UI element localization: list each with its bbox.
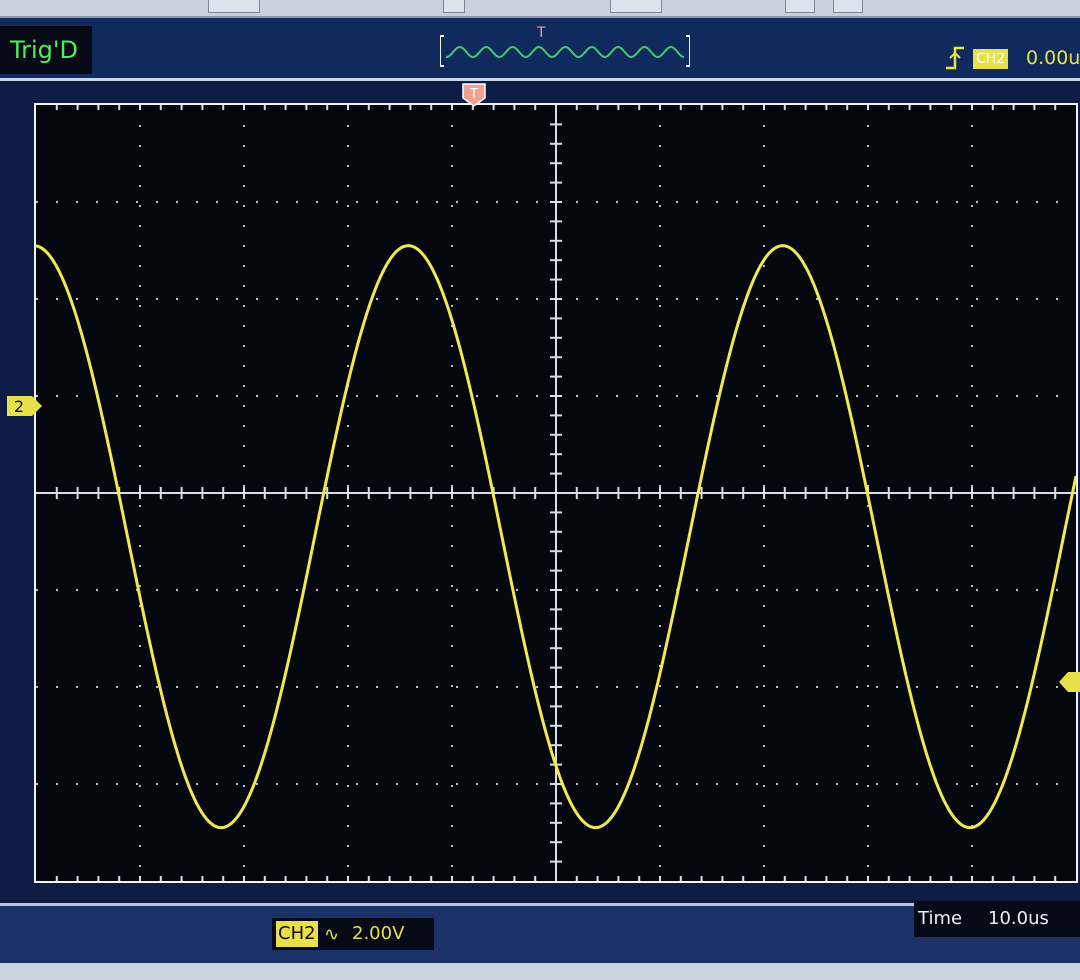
toolbar-button[interactable] [208, 0, 260, 13]
ch2-volts-per-div: 2.00V [352, 923, 405, 944]
overview-bracket-left [440, 35, 444, 67]
toolbar-button[interactable] [785, 0, 815, 13]
ch2-label: CH2 [276, 921, 318, 947]
overview-bracket-right [686, 35, 690, 67]
status-bar: Trig'D T CH2 0.00u [0, 18, 1080, 81]
waveform-display[interactable] [36, 105, 1076, 881]
timebase-label: Time [918, 908, 963, 929]
trigger-position-marker[interactable]: T [461, 82, 487, 108]
ch2-info-box[interactable]: CH2 ∿ 2.00V [272, 918, 434, 950]
timebase-value: 10.0us [988, 908, 1049, 929]
ch2-marker-label: 2 [14, 397, 24, 416]
overview-wave [445, 45, 685, 59]
rising-edge-icon [946, 46, 964, 70]
toolbar-button[interactable] [610, 0, 662, 13]
toolbar-button[interactable] [833, 0, 863, 13]
trigger-level-marker[interactable] [1058, 670, 1080, 694]
memory-overview[interactable] [440, 34, 690, 68]
ch2-ground-marker[interactable]: 2 [6, 394, 44, 418]
bottom-info-bar: CH2 ∿ 2.00V Time 10.0us [0, 901, 1080, 966]
trigger-level-readout: 0.00u [1026, 47, 1080, 69]
window-bottom-strip [0, 963, 1080, 980]
trigger-position-label: T [469, 87, 478, 102]
ac-coupling-icon: ∿ [324, 924, 340, 945]
toolbar [0, 0, 1080, 18]
trigger-source-badge: CH2 [973, 49, 1009, 69]
toolbar-button[interactable] [443, 0, 465, 13]
trig-status: Trig'D [0, 26, 92, 74]
timebase-info-box[interactable]: Time 10.0us [914, 901, 1080, 937]
